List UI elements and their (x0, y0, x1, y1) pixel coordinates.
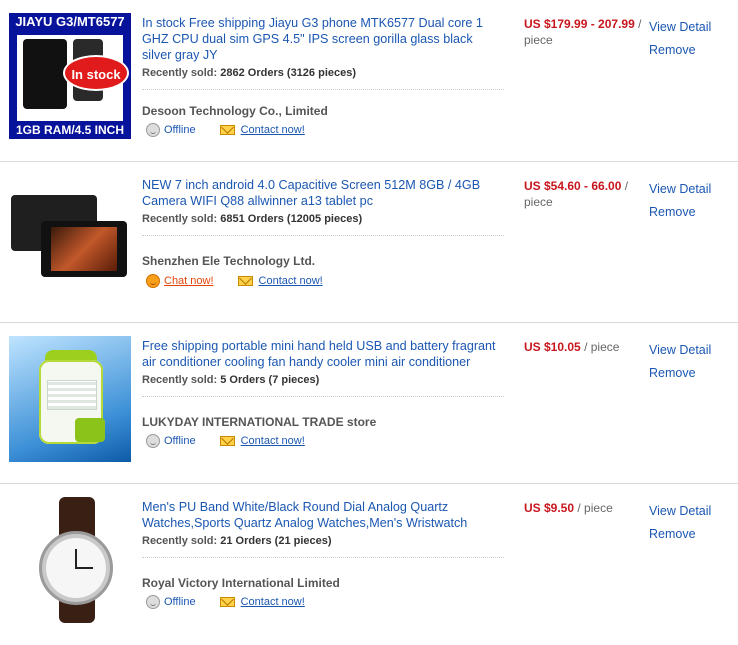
view-detail-link[interactable]: View Detail (649, 16, 711, 39)
product-info: NEW 7 inch android 4.0 Capacitive Screen… (142, 177, 504, 236)
store-status-row: Offline Contact now! (146, 595, 305, 609)
chat-icon (146, 274, 160, 288)
recently-sold: Recently sold: 2862 Orders (3126 pieces) (142, 67, 504, 79)
store-status-row: Offline Contact now! (146, 123, 305, 137)
remove-link[interactable]: Remove (649, 523, 711, 546)
product-thumbnail[interactable] (9, 175, 131, 301)
item-actions: View Detail Remove (649, 16, 711, 62)
thumbnail-spec-text: 1GB RAM/4.5 INCH (15, 123, 125, 137)
product-thumbnail[interactable] (9, 336, 131, 462)
remove-link[interactable]: Remove (649, 362, 711, 385)
product-title-link[interactable]: Men's PU Band White/Black Round Dial Ana… (142, 499, 504, 531)
offline-icon (146, 434, 160, 448)
product-title-link[interactable]: NEW 7 inch android 4.0 Capacitive Screen… (142, 177, 504, 209)
view-detail-link[interactable]: View Detail (649, 178, 711, 201)
sold-label: Recently sold: (142, 67, 218, 79)
product-info: Free shipping portable mini hand held US… (142, 338, 504, 397)
item-actions: View Detail Remove (649, 178, 711, 224)
recently-sold: Recently sold: 5 Orders (7 pieces) (142, 374, 504, 386)
price-block: US $9.50 / piece (524, 500, 644, 516)
view-detail-link[interactable]: View Detail (649, 339, 711, 362)
sold-value: 6851 Orders (12005 pieces) (220, 213, 363, 225)
sold-label: Recently sold: (142, 213, 218, 225)
store-name[interactable]: Shenzhen Ele Technology Ltd. (142, 254, 315, 268)
contact-now-link[interactable]: Contact now! (219, 124, 305, 136)
mail-icon (219, 125, 235, 135)
price-unit: / piece (584, 340, 620, 354)
offline-status: Offline (146, 434, 196, 448)
offline-icon (146, 595, 160, 609)
sold-value: 21 Orders (21 pieces) (220, 535, 332, 547)
recently-sold: Recently sold: 21 Orders (21 pieces) (142, 535, 504, 547)
product-info: Men's PU Band White/Black Round Dial Ana… (142, 499, 504, 558)
product-thumbnail[interactable]: JIAYU G3/MT6577 In stock 1GB RAM/4.5 INC… (9, 13, 131, 139)
item-actions: View Detail Remove (649, 339, 711, 385)
chat-now-link[interactable]: Chat now! (146, 274, 214, 288)
price-block: US $179.99 - 207.99 / piece (524, 16, 644, 48)
sold-label: Recently sold: (142, 374, 218, 386)
contact-now-link[interactable]: Contact now! (219, 435, 305, 447)
price-block: US $54.60 - 66.00 / piece (524, 178, 644, 210)
product-thumbnail[interactable] (9, 497, 131, 623)
item-actions: View Detail Remove (649, 500, 711, 546)
view-detail-link[interactable]: View Detail (649, 500, 711, 523)
phone-image (23, 39, 67, 109)
sold-value: 2862 Orders (3126 pieces) (220, 67, 357, 79)
list-item: Men's PU Band White/Black Round Dial Ana… (0, 484, 738, 645)
store-name[interactable]: LUKYDAY INTERNATIONAL TRADE store (142, 415, 376, 429)
mail-icon (237, 276, 253, 286)
price-amount: US $10.05 (524, 340, 581, 354)
divider (142, 396, 504, 397)
offline-status: Offline (146, 123, 196, 137)
store-name[interactable]: Desoon Technology Co., Limited (142, 104, 328, 118)
sold-value: 5 Orders (7 pieces) (220, 374, 320, 386)
list-item: JIAYU G3/MT6577 In stock 1GB RAM/4.5 INC… (0, 0, 738, 162)
price-amount: US $54.60 - 66.00 (524, 179, 622, 193)
store-name[interactable]: Royal Victory International Limited (142, 576, 340, 590)
product-list: JIAYU G3/MT6577 In stock 1GB RAM/4.5 INC… (0, 0, 738, 645)
price-unit: / piece (577, 501, 613, 515)
remove-link[interactable]: Remove (649, 39, 711, 62)
product-info: In stock Free shipping Jiayu G3 phone MT… (142, 15, 504, 90)
list-item: Free shipping portable mini hand held US… (0, 323, 738, 484)
price-amount: US $179.99 - 207.99 (524, 17, 635, 31)
store-status-row: Chat now! Contact now! (146, 274, 323, 288)
divider (142, 89, 504, 90)
store-status-row: Offline Contact now! (146, 434, 305, 448)
offline-icon (146, 123, 160, 137)
recently-sold: Recently sold: 6851 Orders (12005 pieces… (142, 213, 504, 225)
divider (142, 235, 504, 236)
contact-now-link[interactable]: Contact now! (219, 596, 305, 608)
thumbnail-title-text: JIAYU G3/MT6577 (15, 14, 125, 29)
offline-status: Offline (146, 595, 196, 609)
price-block: US $10.05 / piece (524, 339, 644, 355)
remove-link[interactable]: Remove (649, 201, 711, 224)
price-amount: US $9.50 (524, 501, 575, 515)
contact-now-link[interactable]: Contact now! (237, 275, 323, 287)
product-title-link[interactable]: In stock Free shipping Jiayu G3 phone MT… (142, 15, 504, 63)
list-item: NEW 7 inch android 4.0 Capacitive Screen… (0, 162, 738, 323)
mail-icon (219, 436, 235, 446)
mail-icon (219, 597, 235, 607)
product-title-link[interactable]: Free shipping portable mini hand held US… (142, 338, 504, 370)
sold-label: Recently sold: (142, 535, 218, 547)
divider (142, 557, 504, 558)
in-stock-badge: In stock (63, 55, 129, 91)
